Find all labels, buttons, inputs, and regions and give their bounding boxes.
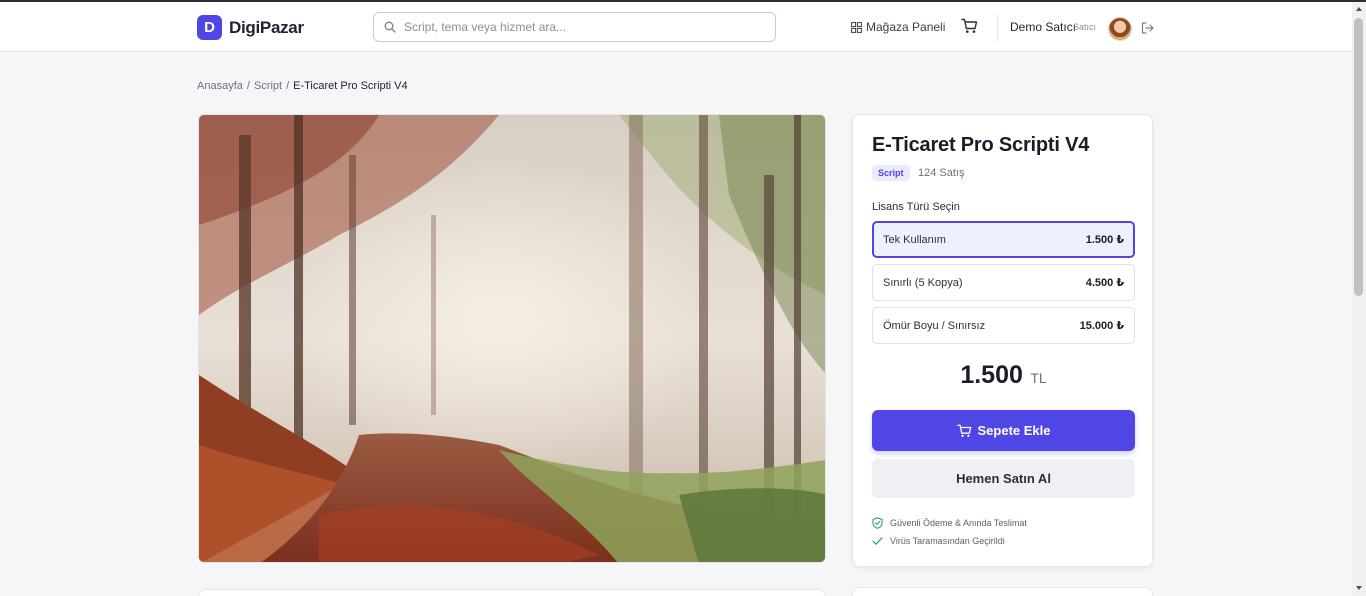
license-option-price: 4.500 ₺ — [1085, 277, 1124, 289]
purchase-panel: E-Ticaret Pro Scripti V4 Script 124 Satı… — [852, 114, 1153, 567]
search-icon — [384, 21, 396, 33]
license-option-name: Ömür Boyu / Sınırsız — [883, 319, 986, 332]
license-option-lifetime[interactable]: Ömür Boyu / Sınırsız 15.000 ₺ — [872, 307, 1135, 344]
breadcrumb-category[interactable]: Script — [254, 80, 282, 92]
logout-icon[interactable] — [1141, 22, 1154, 34]
user-name[interactable]: Demo Satıcı — [1010, 20, 1076, 34]
license-option-price: 1.500 ₺ — [1085, 234, 1124, 246]
header-divider — [997, 14, 998, 41]
scroll-up-arrow[interactable] — [1356, 7, 1362, 11]
seller-card — [852, 587, 1153, 596]
store-panel-label: Mağaza Paneli — [866, 20, 946, 34]
total-price: 1.500 TL — [853, 361, 1154, 390]
license-option-name: Tek Kullanım — [883, 233, 946, 246]
breadcrumb-current: E-Ticaret Pro Scripti V4 — [293, 80, 408, 92]
cart-icon[interactable] — [961, 18, 978, 34]
breadcrumb-separator: / — [286, 80, 290, 92]
category-badge: Script — [872, 165, 910, 181]
logo-mark: D — [197, 15, 222, 40]
trust-item: Virüs Taramasından Geçirildi — [872, 536, 1005, 546]
product-image[interactable] — [198, 114, 826, 563]
scroll-thumb[interactable] — [1354, 18, 1363, 296]
breadcrumb: Anasayfa / Script / E-Ticaret Pro Script… — [197, 80, 408, 92]
user-role: Satıcı — [1073, 22, 1097, 32]
trust-text: Güvenli Ödeme & Anında Teslimat — [890, 518, 1027, 528]
page-scrollbar[interactable] — [1352, 2, 1366, 596]
logo-text: DigiPazar — [229, 17, 304, 37]
license-option-price: 15.000 ₺ — [1079, 320, 1124, 332]
site-header: D DigiPazar Mağaza Paneli Demo Satıcı Sa… — [0, 2, 1352, 52]
store-panel-link[interactable]: Mağaza Paneli — [851, 20, 945, 34]
product-title: E-Ticaret Pro Scripti V4 — [872, 134, 1090, 156]
search-input[interactable] — [404, 17, 764, 37]
breadcrumb-home[interactable]: Anasayfa — [197, 80, 243, 92]
breadcrumb-separator: / — [246, 80, 250, 92]
site-logo[interactable]: D DigiPazar — [197, 15, 304, 40]
description-card — [198, 589, 826, 596]
avatar[interactable] — [1108, 17, 1132, 41]
license-option-name: Sınırlı (5 Kopya) — [883, 276, 963, 289]
license-type-label: Lisans Türü Seçin — [872, 201, 960, 213]
add-to-cart-label: Sepete Ekle — [977, 423, 1051, 438]
license-option-single[interactable]: Tek Kullanım 1.500 ₺ — [872, 221, 1135, 258]
check-icon — [872, 537, 883, 545]
grid-icon — [851, 21, 862, 33]
total-amount: 1.500 — [960, 361, 1023, 389]
cart-icon — [956, 424, 971, 437]
total-currency: TL — [1030, 370, 1047, 386]
trust-item: Güvenli Ödeme & Anında Teslimat — [872, 517, 1027, 529]
search-box[interactable] — [373, 12, 776, 42]
sales-count: 124 Satış — [918, 167, 965, 179]
buy-now-button[interactable]: Hemen Satın Al — [872, 459, 1135, 498]
forest-photo — [199, 115, 825, 562]
shield-check-icon — [872, 517, 883, 529]
scroll-down-arrow[interactable] — [1356, 586, 1362, 590]
license-option-limited[interactable]: Sınırlı (5 Kopya) 4.500 ₺ — [872, 264, 1135, 301]
trust-text: Virüs Taramasından Geçirildi — [890, 536, 1005, 546]
add-to-cart-button[interactable]: Sepete Ekle — [872, 410, 1135, 451]
